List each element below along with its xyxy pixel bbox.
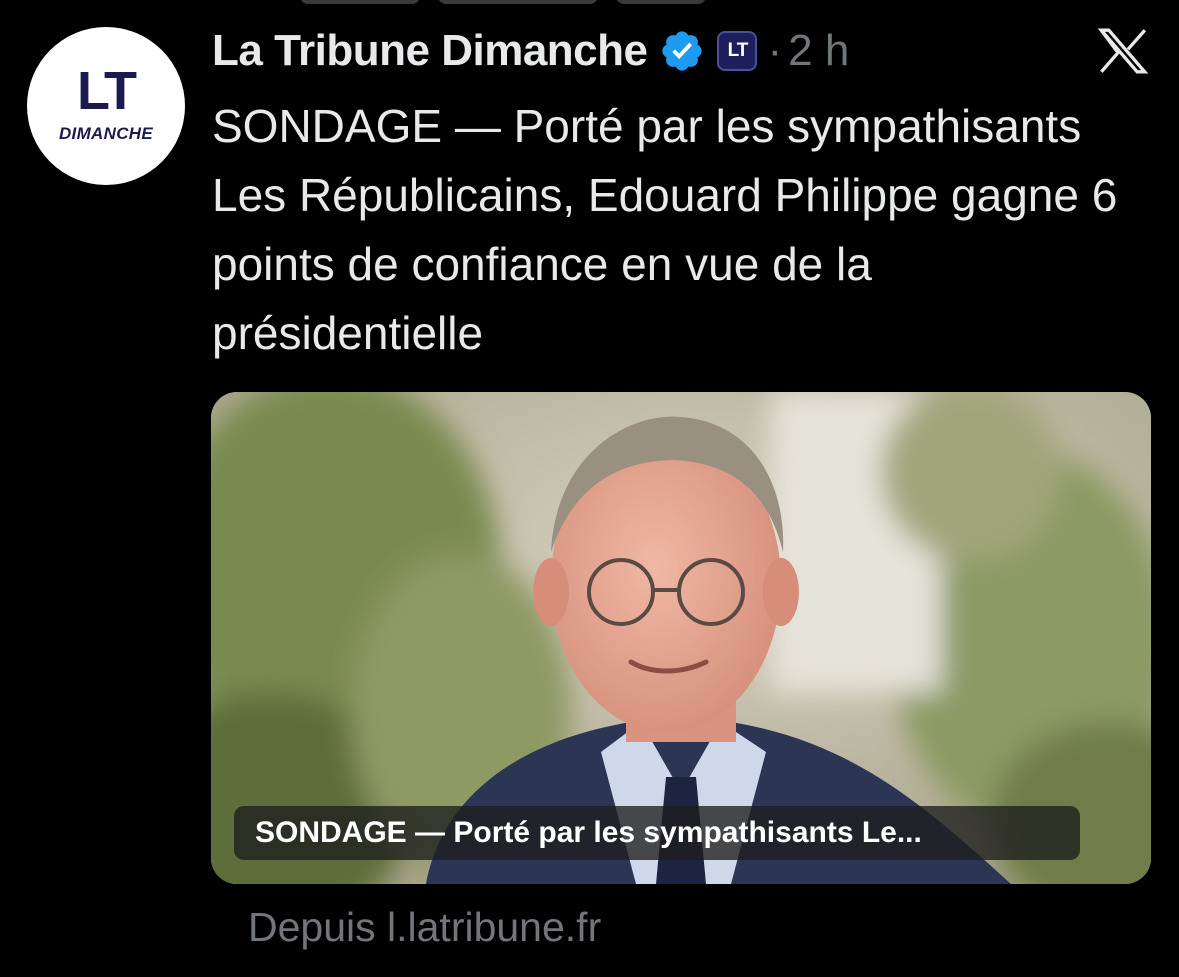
card-caption: SONDAGE — Porté par les sympathisants Le… (234, 806, 1080, 860)
avatar-logo-text: LT (77, 61, 137, 121)
account-avatar[interactable]: LT DIMANCHE (27, 27, 185, 185)
post-text: SONDAGE — Porté par les sympathisants Le… (212, 100, 1118, 359)
x-logo-icon[interactable] (1097, 28, 1149, 74)
post-timestamp[interactable]: 2 h (788, 26, 849, 76)
avatar-logo-subtitle: DIMANCHE (58, 124, 153, 143)
verified-badge-icon[interactable] (659, 28, 705, 74)
header-separator: · (767, 26, 783, 75)
previous-post-fragment (300, 0, 760, 4)
link-source[interactable]: Depuis l.latribune.fr (248, 900, 601, 954)
affiliate-badge[interactable]: LT (717, 31, 758, 71)
account-name[interactable]: La Tribune Dimanche (212, 26, 648, 76)
link-card[interactable]: SONDAGE — Porté par les sympathisants Le… (211, 392, 1151, 884)
post-header: La Tribune Dimanche LT · 2 h (212, 22, 849, 80)
